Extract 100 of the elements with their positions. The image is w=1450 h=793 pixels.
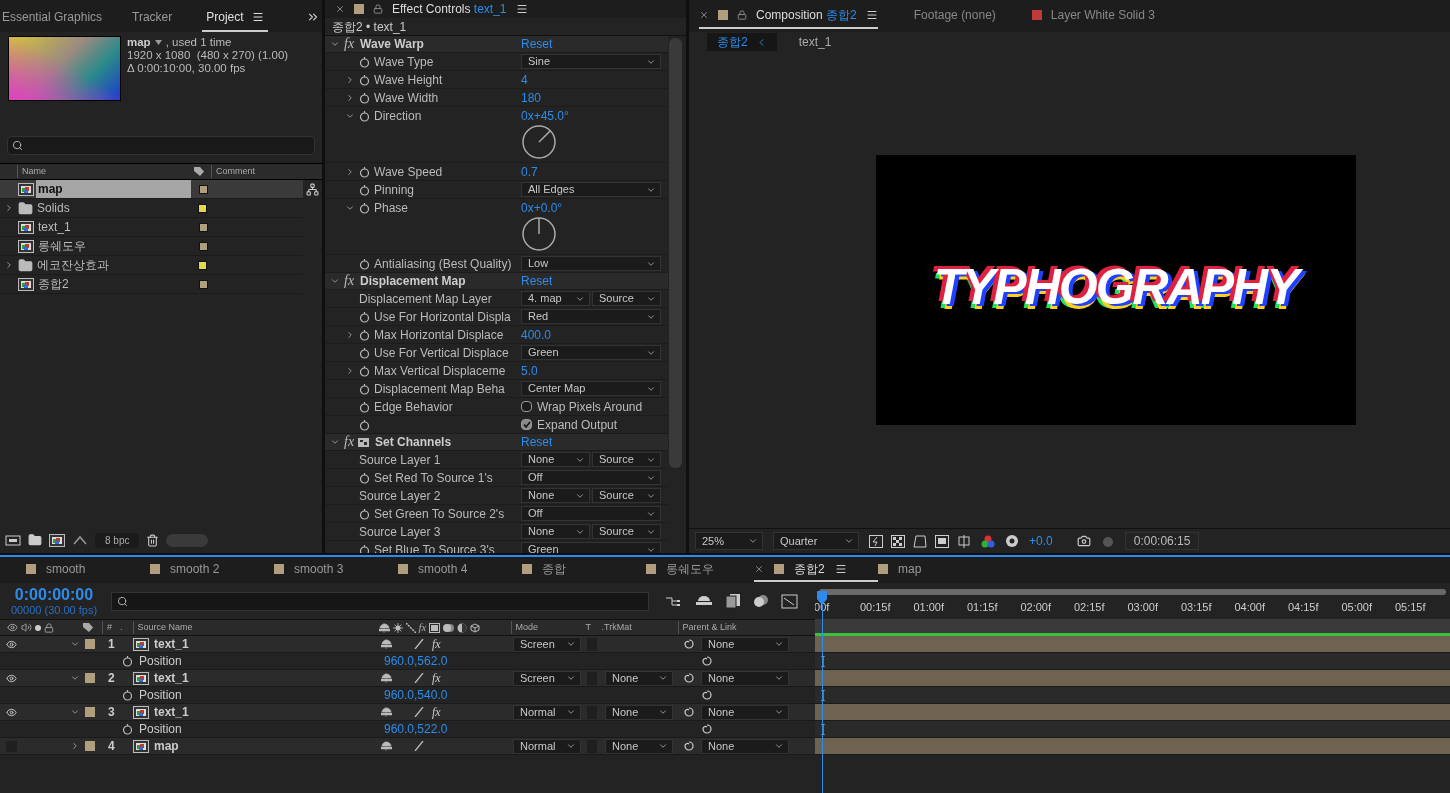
twirl-down-icon[interactable]	[330, 276, 340, 286]
dropdown[interactable]: None	[605, 704, 673, 720]
value-field[interactable]: 180	[521, 88, 542, 107]
column-header[interactable]: .TrkMat	[597, 620, 678, 635]
eye-icon[interactable]	[6, 706, 17, 718]
effect-switch-icon[interactable]: fx	[432, 703, 441, 721]
column-header[interactable]: T	[585, 620, 598, 635]
timecode-field[interactable]: 0:00:06:15	[1124, 532, 1200, 550]
checkbox-label[interactable]: Expand Output	[537, 415, 618, 434]
frame-blending-icon[interactable]	[725, 593, 741, 609]
layer-name[interactable]: map	[154, 737, 381, 755]
stopwatch-icon[interactable]	[359, 418, 370, 431]
timeline-tab[interactable]: smooth 3	[274, 558, 398, 582]
stopwatch-icon[interactable]	[359, 165, 370, 178]
value-field[interactable]: 0x+0.0°	[521, 198, 563, 217]
column-header[interactable]: Source Name	[132, 620, 379, 635]
shy-icon[interactable]	[378, 622, 390, 633]
dropdown[interactable]: Green	[521, 542, 661, 553]
label-tag-icon[interactable]	[82, 622, 94, 633]
menu-icon[interactable]	[865, 9, 878, 21]
panel-tab[interactable]: Layer White Solid 3	[1031, 3, 1155, 29]
timeline-tab[interactable]: map	[878, 558, 1002, 582]
dropdown[interactable]: Screen	[513, 636, 581, 652]
stopwatch-icon[interactable]	[359, 507, 370, 520]
property-value[interactable]: 960.0,540.0	[384, 686, 701, 704]
keyframe-marker-icon[interactable]	[821, 689, 825, 701]
dropdown[interactable]: Normal	[513, 704, 581, 720]
dropdown[interactable]: Normal	[513, 738, 581, 754]
effect-name[interactable]: Set Channels	[375, 433, 452, 451]
dropdown[interactable]: Screen	[513, 670, 581, 686]
checkbox-label[interactable]: Wrap Pixels Around	[537, 397, 643, 416]
dropdown[interactable]: Center Map	[521, 381, 661, 396]
dropdown[interactable]: All Edges	[521, 182, 661, 197]
value-field[interactable]: 0x+45.0°	[521, 106, 569, 125]
effect-switch-icon[interactable]: fx	[418, 619, 427, 636]
dropdown[interactable]: None	[605, 670, 673, 686]
property-value[interactable]: 960.0,522.0	[384, 720, 701, 738]
exposure-icon[interactable]	[1005, 534, 1019, 548]
stopwatch-icon[interactable]	[359, 400, 370, 413]
fx-icon[interactable]: fx	[344, 37, 355, 51]
lock-icon[interactable]	[44, 622, 54, 633]
effect-switch-icon[interactable]: fx	[432, 635, 441, 653]
stopwatch-icon[interactable]	[359, 346, 370, 359]
project-item[interactable]: text_1	[0, 218, 303, 237]
stopwatch-icon[interactable]	[359, 109, 370, 122]
layer-bar[interactable]	[815, 738, 1450, 755]
layer-name[interactable]: text_1	[154, 703, 381, 721]
stopwatch-icon[interactable]	[359, 364, 370, 377]
audio-icon[interactable]	[21, 622, 32, 633]
stopwatch-icon[interactable]	[359, 328, 370, 341]
stopwatch-icon[interactable]	[359, 201, 370, 214]
stopwatch-icon[interactable]	[359, 543, 370, 553]
project-item[interactable]: 에코잔상효과	[0, 256, 303, 275]
reset-link[interactable]: Reset	[521, 272, 553, 290]
layer-bar[interactable]	[815, 670, 1450, 687]
snapshot-icon[interactable]	[1076, 534, 1091, 548]
shy-icon[interactable]	[381, 673, 392, 683]
checkbox[interactable]	[521, 401, 532, 412]
label-swatch[interactable]	[85, 639, 95, 649]
stopwatch-icon[interactable]	[359, 382, 370, 395]
twirl-right-icon[interactable]	[345, 92, 355, 103]
close-icon[interactable]	[754, 564, 764, 574]
dropdown[interactable]: Source	[592, 488, 661, 503]
column-header[interactable]: Mode	[510, 620, 586, 635]
menu-icon[interactable]	[834, 563, 847, 575]
caret-icon[interactable]	[154, 40, 162, 45]
label-swatch[interactable]	[85, 741, 95, 751]
pick-whip-icon[interactable]	[683, 638, 695, 650]
layer-bar[interactable]	[815, 704, 1450, 721]
dropdown[interactable]: 25%	[695, 532, 763, 550]
dropdown[interactable]: Low	[521, 256, 661, 271]
breadcrumb-item[interactable]: text_1	[788, 33, 842, 51]
label-tag-icon[interactable]	[193, 166, 205, 177]
keyframe-marker-icon[interactable]	[821, 655, 825, 667]
label-swatch[interactable]	[199, 241, 208, 251]
effect-name[interactable]: Displacement Map	[360, 272, 466, 290]
transparency-grid-icon[interactable]	[891, 534, 905, 548]
dropdown[interactable]: Green	[521, 345, 661, 360]
timeline-tab[interactable]: smooth	[26, 558, 150, 582]
trash-icon[interactable]	[146, 533, 160, 547]
column-header[interactable]: #	[102, 620, 112, 635]
region-icon[interactable]	[935, 534, 949, 548]
quality-icon[interactable]	[414, 741, 424, 751]
flowchart-icon[interactable]	[306, 182, 319, 196]
pick-whip-icon[interactable]	[683, 672, 695, 684]
panel-tab[interactable]: Project	[202, 4, 268, 32]
dropdown[interactable]: None	[605, 738, 673, 754]
grid-guides-icon[interactable]	[957, 534, 971, 548]
twirl-right-icon[interactable]	[345, 166, 355, 177]
value-field[interactable]: 5.0	[521, 361, 538, 380]
property-value[interactable]: 960.0,562.0	[384, 652, 701, 670]
project-item[interactable]: 종합2	[0, 275, 303, 294]
value-field[interactable]: 0.7	[521, 162, 538, 181]
layer-bar[interactable]	[815, 636, 1450, 653]
fx-icon[interactable]: fx	[344, 435, 355, 449]
fx-icon[interactable]: fx	[344, 274, 355, 288]
label-swatch[interactable]	[199, 222, 208, 232]
twirl-down-icon[interactable]	[330, 437, 340, 447]
search-field[interactable]	[111, 591, 649, 611]
dropdown[interactable]: None	[701, 738, 789, 754]
